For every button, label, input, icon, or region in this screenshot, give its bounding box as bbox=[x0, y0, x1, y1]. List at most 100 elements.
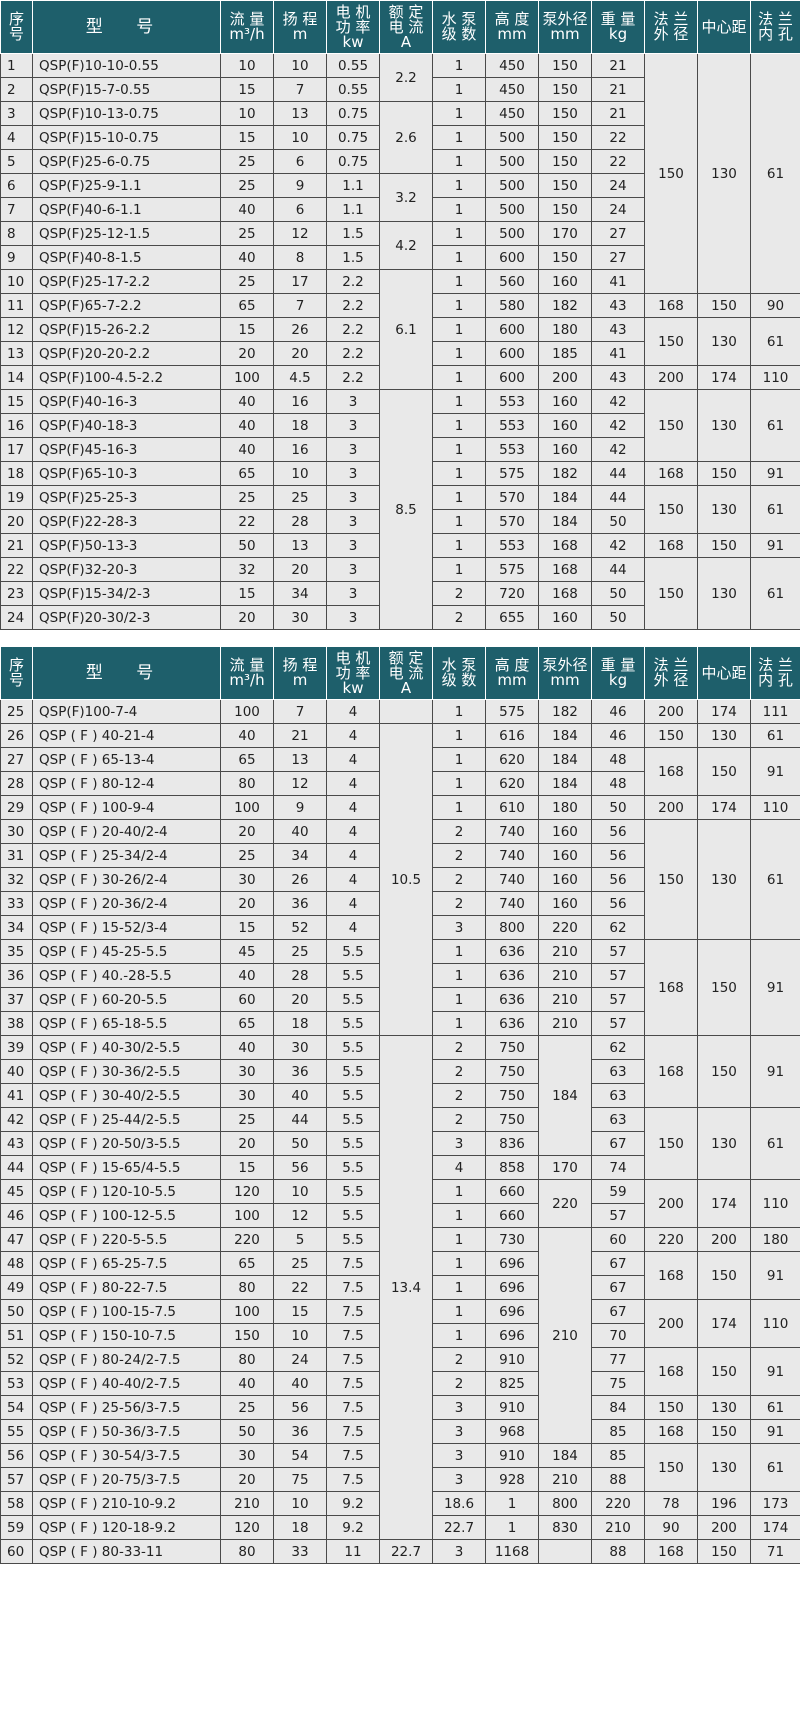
head-cell: 20 bbox=[273, 557, 327, 582]
model-cell: QSP ( F ) 40.-28-5.5 bbox=[32, 963, 221, 988]
power-cell: 5.5 bbox=[326, 1155, 380, 1180]
pump-dia-cell: 168 bbox=[538, 581, 592, 606]
flange-od-cell: 150 bbox=[644, 389, 698, 462]
power-cell: 4 bbox=[326, 867, 380, 892]
row-number: 52 bbox=[0, 1347, 33, 1372]
table-gap bbox=[0, 630, 800, 646]
head-cell: 36 bbox=[273, 1059, 327, 1084]
spec-table-2: 序号 型 号 流 量 m³/h 扬 程m 电 机功 率 kw 额 定电 流A 水 泵… bbox=[0, 646, 800, 1564]
head-cell: 22 bbox=[273, 1275, 327, 1300]
power-cell: 3 bbox=[326, 485, 380, 510]
power-cell: 5.5 bbox=[326, 1107, 380, 1132]
current-cell: 22.7 bbox=[432, 1515, 486, 1540]
stages-cell: 1 bbox=[432, 1011, 486, 1036]
current-cell: 13.4 bbox=[379, 1035, 433, 1540]
height-cell: 553 bbox=[485, 413, 539, 438]
flange-od-cell: 150 bbox=[644, 53, 698, 294]
height-cell: 636 bbox=[485, 939, 539, 964]
stages-cell: 1 bbox=[432, 1179, 486, 1204]
height-cell: 570 bbox=[485, 485, 539, 510]
weight-cell: 57 bbox=[591, 1203, 645, 1228]
power-cell: 11 bbox=[326, 1539, 380, 1564]
model-cell: QSP(F)15-10-0.75 bbox=[32, 125, 221, 150]
power-cell: 5.5 bbox=[326, 1179, 380, 1204]
model-cell: QSP ( F ) 65-18-5.5 bbox=[32, 1011, 221, 1036]
pump-dia-cell: 160 bbox=[538, 819, 592, 844]
flange-od-cell: 150 bbox=[644, 723, 698, 748]
height-cell: 836 bbox=[485, 1131, 539, 1156]
height-cell: 600 bbox=[485, 341, 539, 366]
weight-cell: 24 bbox=[591, 197, 645, 222]
row-number: 10 bbox=[0, 269, 33, 294]
row-number: 49 bbox=[0, 1275, 33, 1300]
pump-dia-cell: 182 bbox=[538, 699, 592, 724]
height-cell: 740 bbox=[485, 843, 539, 868]
weight-cell: 63 bbox=[591, 1107, 645, 1132]
center-cell: 150 bbox=[697, 939, 751, 1036]
flange-od-cell: 168 bbox=[644, 1347, 698, 1396]
flow-cell: 40 bbox=[220, 389, 274, 414]
flow-cell: 22 bbox=[220, 509, 274, 534]
height-cell: 750 bbox=[485, 1059, 539, 1084]
flow-cell: 30 bbox=[220, 1443, 274, 1468]
head-cell: 56 bbox=[273, 1395, 327, 1420]
weight-cell: 77 bbox=[591, 1347, 645, 1372]
power-cell: 4 bbox=[326, 795, 380, 820]
power-cell: 3 bbox=[326, 533, 380, 558]
height-cell: 660 bbox=[485, 1179, 539, 1204]
header-model: 型 号 bbox=[32, 646, 221, 700]
table-1-body: 1 QSP(F)10-10-0.55 10 10 0.55 2.2 1 450 150 21 150… bbox=[0, 53, 800, 630]
power-cell: 0.75 bbox=[326, 101, 380, 126]
stages-cell: 3 bbox=[432, 1419, 486, 1444]
current-cell: 3.2 bbox=[379, 173, 433, 222]
height-cell: 800 bbox=[485, 915, 539, 940]
head-cell: 25 bbox=[273, 485, 327, 510]
flow-cell: 100 bbox=[220, 1299, 274, 1324]
table-row: 15 QSP(F)40-16-3 40 16 3 8.5 1 553 160 42 150 130 61 bbox=[0, 389, 800, 630]
spec-sheet: 序号 型 号 流 量 m³/h 扬 程m 电 机功 率 kw 额 定电 流A 水 泵… bbox=[0, 0, 800, 1718]
power-cell: 5.5 bbox=[326, 1083, 380, 1108]
model-cell: QSP(F)10-13-0.75 bbox=[32, 101, 221, 126]
power-cell: 7.5 bbox=[326, 1395, 380, 1420]
head-cell: 34 bbox=[273, 581, 327, 606]
height-cell: 655 bbox=[485, 605, 539, 630]
row-number: 11 bbox=[0, 293, 33, 318]
stages-cell: 1 bbox=[432, 173, 486, 198]
weight-cell: 42 bbox=[591, 533, 645, 558]
stages-cell: 2 bbox=[432, 581, 486, 606]
flow-cell: 25 bbox=[220, 149, 274, 174]
power-cell: 4 bbox=[326, 747, 380, 772]
head-cell: 33 bbox=[273, 1539, 327, 1564]
stages-cell: 1 bbox=[432, 509, 486, 534]
center-cell: 130 bbox=[697, 1395, 751, 1420]
flow-cell: 25 bbox=[220, 843, 274, 868]
height-cell: 580 bbox=[485, 293, 539, 318]
weight-cell: 46 bbox=[591, 699, 645, 724]
weight-cell: 50 bbox=[591, 605, 645, 630]
flow-cell: 65 bbox=[220, 1251, 274, 1276]
stages-cell: 1 bbox=[432, 1251, 486, 1276]
flow-cell: 40 bbox=[220, 1371, 274, 1396]
flange-od-cell: 168 bbox=[644, 293, 698, 318]
flow-cell: 20 bbox=[220, 1131, 274, 1156]
flange-od-cell: 200 bbox=[644, 1179, 698, 1228]
flange-od-cell: 200 bbox=[644, 795, 698, 820]
flange-hole-cell: 61 bbox=[750, 389, 800, 462]
flow-cell: 15 bbox=[220, 915, 274, 940]
height-cell: 610 bbox=[485, 795, 539, 820]
row-number: 38 bbox=[0, 1011, 33, 1036]
weight-cell: 63 bbox=[591, 1083, 645, 1108]
center-cell: 130 bbox=[697, 1107, 751, 1180]
stages-cell: 1 bbox=[432, 437, 486, 462]
stages-cell: 1 bbox=[432, 269, 486, 294]
height-cell: 750 bbox=[485, 1083, 539, 1108]
row-number: 43 bbox=[0, 1131, 33, 1156]
flange-od-cell: 200 bbox=[644, 365, 698, 390]
pump-dia-cell: 200 bbox=[538, 365, 592, 390]
stages-cell: 1 bbox=[485, 1515, 539, 1540]
flange-od-cell: 150 bbox=[644, 317, 698, 366]
pump-dia-cell: 210 bbox=[538, 987, 592, 1012]
model-cell: QSP(F)25-6-0.75 bbox=[32, 149, 221, 174]
head-cell: 28 bbox=[273, 509, 327, 534]
flange-od-cell: 168 bbox=[644, 1035, 698, 1108]
